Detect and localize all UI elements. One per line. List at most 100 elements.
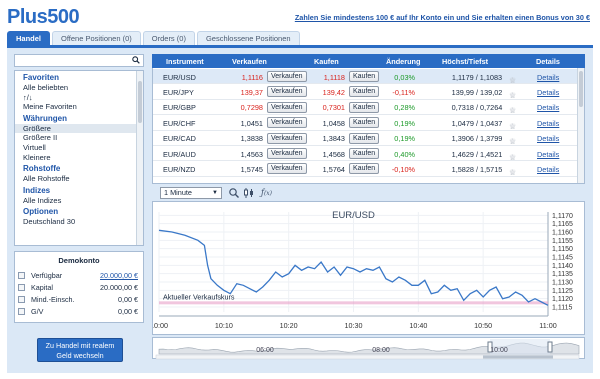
details-link[interactable]: Details (537, 119, 559, 128)
current-sell-line (159, 301, 548, 305)
menu-scrollbar[interactable] (136, 71, 143, 245)
sell-button[interactable]: Verkaufen (267, 132, 307, 144)
sell-button[interactable]: Verkaufen (267, 71, 307, 82)
buy-button[interactable]: Kaufen (349, 132, 380, 144)
col-highlow[interactable]: Höchst/Tiefst (442, 57, 488, 66)
info-icon (18, 308, 25, 315)
buy-price: 1,1118 (323, 72, 345, 82)
chart-type-icon[interactable] (242, 187, 255, 199)
tab-handel[interactable]: Handel (7, 31, 51, 45)
change-percent: -0,10% (391, 164, 415, 174)
tab-geschlossene-positionen[interactable]: Geschlossene Positionen (196, 31, 300, 45)
instrument-row[interactable]: EUR/CAD 1,3838 Verkaufen 1,3843 Kaufen 0,19% 1… (153, 131, 579, 146)
y-tick-label: 1,1150 (552, 246, 573, 253)
change-percent: 0,19% (394, 134, 415, 144)
menu-item[interactable]: Größere II (15, 133, 143, 143)
instrument-row[interactable]: EUR/AUD 1,4563 Verkaufen 1,4568 Kaufen 0,40% 1… (153, 146, 579, 162)
buy-button[interactable]: Kaufen (349, 101, 380, 113)
demo-account-panel: Demokonto Verfügbar 20.000,00 € Kapital … (14, 251, 144, 323)
buy-button[interactable]: Kaufen (349, 71, 380, 82)
demo-row-available: Verfügbar 20.000,00 € (18, 270, 138, 281)
demo-row-capital: Kapital 20.000,00 € (18, 282, 138, 293)
buy-button[interactable]: Kaufen (349, 163, 380, 175)
buy-button[interactable]: Kaufen (349, 117, 380, 129)
tab-offene-positionen[interactable]: Offene Positionen (0) (52, 31, 141, 45)
x-tick-label: 10:00 (153, 321, 168, 330)
x-tick-label: 10:50 (474, 321, 492, 330)
change-percent: 0,40% (394, 149, 415, 159)
high-low: 1,5828 / 1,5715 (451, 164, 503, 174)
menu-item[interactable]: Alle Rohstoffe (15, 174, 143, 184)
high-low: 139,99 / 139,02 (451, 87, 503, 97)
details-link[interactable]: Details (537, 150, 559, 159)
sell-button[interactable]: Verkaufen (267, 101, 307, 113)
sell-button[interactable]: Verkaufen (267, 148, 307, 159)
alert-bell-icon[interactable]: ♕ (509, 106, 517, 115)
interval-select[interactable]: 1 Minute ▼ (160, 187, 222, 199)
details-link[interactable]: Details (537, 165, 559, 174)
menu-item[interactable]: Alle Indizes (15, 196, 143, 206)
menu-item[interactable]: Deutschland 30 (15, 217, 143, 227)
menu-item[interactable]: Virtuell (15, 143, 143, 153)
tab-orders[interactable]: Orders (0) (142, 31, 195, 45)
sell-button[interactable]: Verkaufen (267, 163, 307, 175)
indicator-function-icon[interactable]: ƒ(x) (260, 187, 273, 199)
sell-button[interactable]: Verkaufen (267, 117, 307, 129)
menu-item[interactable]: Meine Favoriten (15, 102, 143, 112)
alert-bell-icon[interactable]: ♕ (509, 168, 517, 177)
switch-to-real-money-button[interactable]: Zu Handel mit realem Geld wechseln (37, 338, 123, 362)
bonus-promo-link[interactable]: Zahlen Sie mindestens 100 € auf Ihr Kont… (295, 13, 590, 22)
price-chart[interactable]: 1,1170 1,1165 1,1160 1,1155 1,1150 1,1145 1,11… (152, 201, 585, 335)
sell-price: 1,0451 (240, 118, 263, 128)
time-navigator[interactable]: 06:00 08:00 10:00 (152, 337, 585, 360)
search-icon[interactable] (132, 56, 140, 64)
col-change[interactable]: Änderung (386, 57, 420, 66)
menu-item[interactable]: Alle beliebten (15, 83, 143, 93)
alert-bell-icon[interactable]: ♕ (509, 137, 517, 146)
menu-section-title: Indizes (23, 185, 51, 195)
alert-bell-icon[interactable]: ♕ (509, 153, 517, 162)
instrument-row[interactable]: EUR/CHF 1,0451 Verkaufen 1,0458 Kaufen 0,19% 1… (153, 115, 579, 131)
menu-section-title: Optionen (23, 207, 59, 217)
alert-bell-icon[interactable]: ♕ (509, 91, 517, 100)
instrument-name: EUR/USD (163, 72, 196, 82)
col-instrument[interactable]: Instrument (166, 57, 204, 66)
navigator-right-handle[interactable] (547, 341, 553, 353)
buy-price: 1,3843 (322, 134, 345, 144)
instrument-row[interactable]: EUR/GBP 0,7298 Verkaufen 0,7301 Kaufen 0,28% 0… (153, 100, 579, 115)
sell-price: 1,4563 (240, 149, 263, 159)
instrument-search-input[interactable] (14, 54, 144, 67)
alert-bell-icon[interactable]: ♕ (509, 76, 517, 85)
menu-item[interactable]: Größere (15, 123, 143, 134)
change-percent: 0,28% (394, 103, 415, 113)
buy-button[interactable]: Kaufen (349, 86, 380, 98)
demo-row-label: Verfügbar (31, 271, 63, 280)
col-sell[interactable]: Verkaufen (232, 57, 267, 66)
instrument-name: EUR/JPY (163, 87, 194, 97)
instrument-row[interactable]: EUR/NZD 1,5745 Verkaufen 1,5764 Kaufen -0,10%… (153, 161, 579, 177)
navigator-scroll-thumb[interactable] (483, 355, 553, 359)
sell-button[interactable]: Verkaufen (267, 86, 307, 98)
menu-item[interactable]: Kleinere (15, 153, 143, 163)
table-scroll-thumb[interactable] (579, 71, 583, 107)
table-scrollbar[interactable] (577, 68, 584, 183)
menu-section-title: Währungen (23, 113, 67, 123)
menu-scroll-thumb[interactable] (138, 81, 142, 123)
col-buy[interactable]: Kaufen (314, 57, 339, 66)
instrument-row[interactable]: EUR/USD 1,1116 Verkaufen 1,1118 Kaufen 0,03% 1… (153, 69, 579, 85)
buy-button[interactable]: Kaufen (349, 148, 380, 159)
buy-price: 139,42 (322, 87, 345, 97)
details-link[interactable]: Details (537, 73, 559, 82)
details-link[interactable]: Details (537, 88, 559, 97)
main-tabs: Handel Offene Positionen (0) Orders (0) … (7, 31, 300, 45)
y-tick-label: 1,1155 (552, 238, 573, 245)
alert-bell-icon[interactable]: ♕ (509, 122, 517, 131)
details-link[interactable]: Details (537, 134, 559, 143)
instrument-row[interactable]: EUR/JPY 139,37 Verkaufen 139,42 Kaufen -0,11%… (153, 84, 579, 100)
menu-item[interactable]: ↑/↓ (15, 93, 143, 103)
details-link[interactable]: Details (537, 103, 559, 112)
y-tick-label: 1,1145 (552, 255, 573, 262)
available-funds-link[interactable]: 20.000,00 € (100, 270, 138, 281)
buy-price: 1,0458 (322, 118, 345, 128)
zoom-icon[interactable] (227, 187, 240, 199)
